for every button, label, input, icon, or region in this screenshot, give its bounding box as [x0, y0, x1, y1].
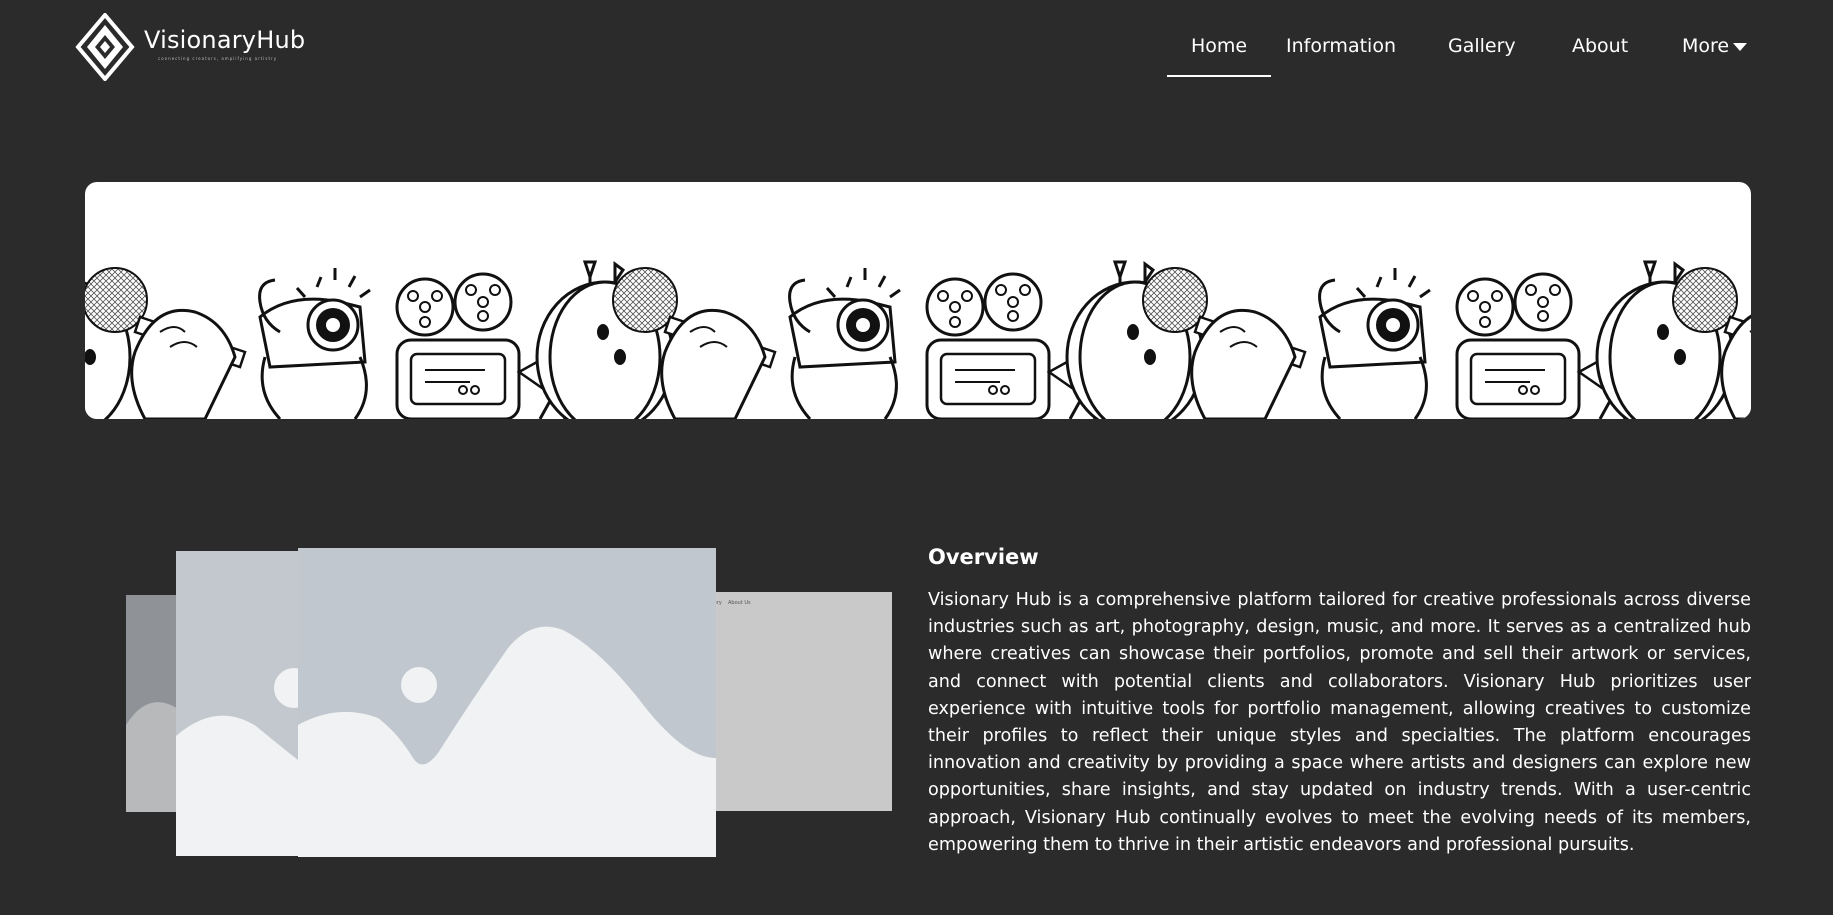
overview-title: Overview — [928, 545, 1039, 569]
diamond-logo-icon — [75, 13, 135, 81]
brand-logo[interactable]: VisionaryHub connecting creators, amplif… — [74, 13, 305, 81]
nav-about[interactable]: About — [1572, 18, 1632, 76]
image-placeholder-icon — [298, 548, 716, 857]
hero-banner — [85, 182, 1751, 419]
overview-body: Visionary Hub is a comprehensive platfor… — [928, 590, 1751, 855]
creative-tools-illustration — [85, 260, 1751, 419]
nav-more-label: More — [1682, 35, 1730, 57]
gallery-preview-stack[interactable]: Gallery About Us — [126, 548, 892, 858]
main-nav: Home Information Gallery About More — [1167, 18, 1750, 77]
brand-tagline: connecting creators, amplifying artistry — [158, 55, 278, 61]
site-header: VisionaryHub connecting creators, amplif… — [0, 0, 1833, 90]
nav-home[interactable]: Home — [1167, 18, 1271, 77]
nav-information[interactable]: Information — [1286, 18, 1406, 76]
nav-more-dropdown[interactable]: More — [1682, 18, 1750, 76]
caret-down-icon — [1733, 43, 1748, 51]
preview-card-front — [298, 548, 716, 857]
nav-gallery[interactable]: Gallery — [1448, 18, 1516, 76]
preview-nav-about: About Us — [728, 600, 751, 606]
brand-name: VisionaryHub — [144, 25, 306, 54]
overview-section: Overview Visionary Hub is a comprehensiv… — [928, 545, 1751, 859]
preview-card-right: Gallery About Us — [690, 592, 892, 811]
